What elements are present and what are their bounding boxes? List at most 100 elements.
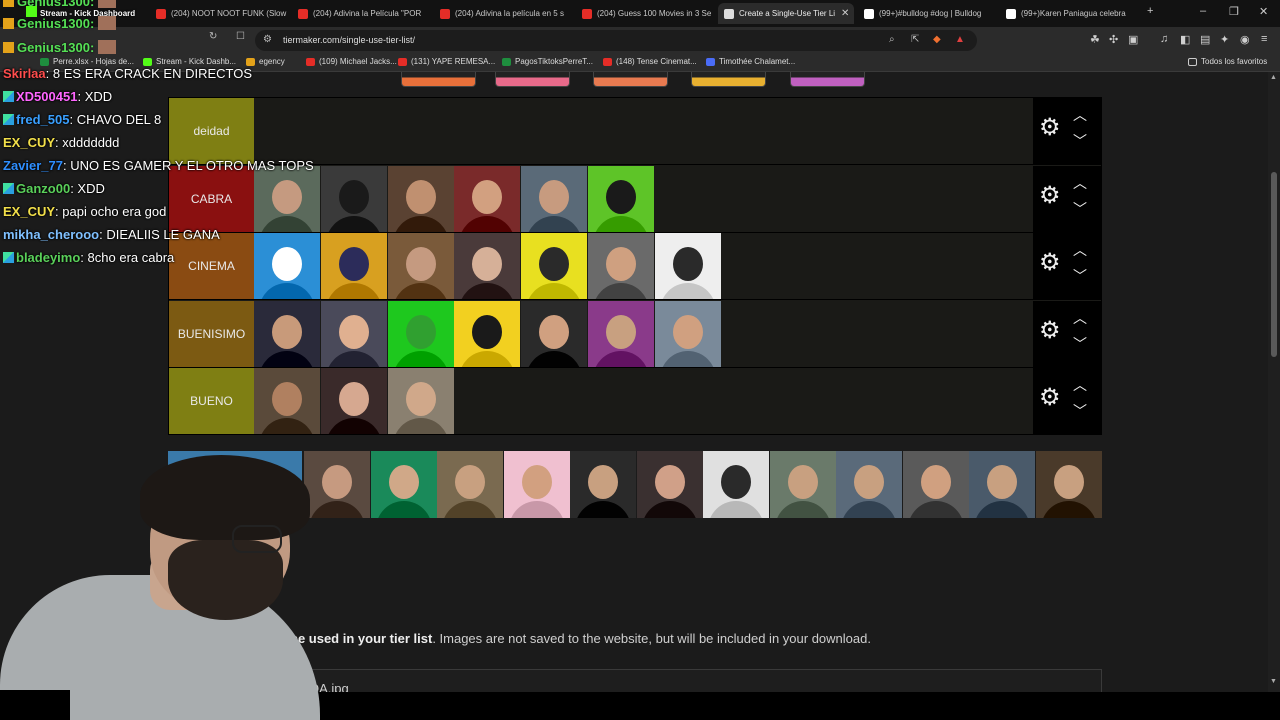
gear-icon[interactable]: ⚙ [1039,251,1061,275]
scroll-thumb[interactable] [1271,172,1277,357]
bookmark-item[interactable]: Perre.xlsx - Hojas de... [40,57,134,66]
pool-image[interactable] [902,451,969,518]
browser-tab[interactable]: (204) NOOT NOOT FUNK (Slow [150,3,290,24]
share-icon[interactable]: ⇱ [911,34,919,45]
tier-label[interactable]: CABRA [169,165,254,232]
bookmark-item[interactable]: (131) YAPE REMESA... [398,57,495,66]
maximize-icon[interactable]: ❐ [1229,5,1239,18]
chevron-down-icon[interactable]: ﹀ [1073,134,1087,148]
browser-tab[interactable]: (99+)#bulldog #dog | Bulldog [858,3,998,24]
pool-image[interactable] [969,451,1035,518]
image-thumbnail[interactable] [593,72,668,87]
image-thumbnail[interactable] [790,72,865,87]
close-tab-icon[interactable]: ✕ [835,8,849,19]
tier-image[interactable] [454,300,521,367]
pool-image[interactable] [769,451,836,518]
browser-tab[interactable]: (204) Adivina la Película "POR [292,3,432,24]
gear-icon[interactable]: ⚙ [1039,318,1061,343]
bookmark-item[interactable]: PagosTiktoksPerreT... [502,57,593,66]
scroll-up-icon[interactable]: ▲ [1270,74,1277,81]
tier-label[interactable]: deidad [169,98,254,164]
bookmark-item[interactable]: (148) Tense Cinemat... [603,57,697,66]
tier-image[interactable] [320,165,387,232]
tier-image[interactable] [320,233,387,299]
close-window-icon[interactable]: ✕ [1259,5,1268,18]
chevron-down-icon[interactable]: ﹀ [1073,404,1087,418]
scroll-down-icon[interactable]: ▼ [1270,678,1277,685]
chevron-up-icon[interactable]: ︿ [1073,108,1087,122]
tier-image[interactable] [254,368,320,434]
media-icon[interactable]: ♫ [1160,33,1168,45]
page-scrollbar[interactable]: ▲ ▼ [1268,72,1280,692]
site-info-icon[interactable]: ⚙ [263,34,272,45]
tier-image[interactable] [387,368,454,434]
chevron-up-icon[interactable]: ︿ [1073,243,1087,257]
chevron-up-icon[interactable]: ︿ [1073,176,1087,190]
pool-image[interactable] [1035,451,1102,518]
tier-image[interactable] [454,233,521,299]
tier-image[interactable] [654,233,721,299]
browser-tab[interactable]: (204) Adivina la película en 5 s [434,3,574,24]
browser-tab[interactable]: Create a Single-Use Tier Li ✕ [718,3,854,24]
tier-image[interactable] [387,233,454,299]
tier-image[interactable] [320,300,387,367]
plus-icon[interactable]: + [1147,5,1153,17]
zoom-icon[interactable]: ⌕ [889,34,895,45]
gear-icon[interactable]: ⚙ [1039,386,1061,410]
bookmark-item[interactable]: Timothée Chalamet... [706,57,795,66]
image-thumbnail[interactable] [691,72,766,87]
pool-image[interactable] [636,451,703,518]
all-bookmarks[interactable]: Todos los favoritos [1188,57,1267,66]
rewards-icon[interactable]: ▲ [955,34,965,45]
tier-image[interactable] [387,165,454,232]
tier-image[interactable] [254,165,320,232]
tier-image[interactable] [654,300,721,367]
tier-label[interactable]: BUENISIMO [169,300,254,367]
tier-image[interactable] [254,300,320,367]
tier-image[interactable] [588,233,654,299]
pool-image[interactable] [570,451,636,518]
image-thumbnail[interactable] [495,72,570,87]
pool-image[interactable] [437,451,503,518]
chevron-up-icon[interactable]: ︿ [1073,311,1087,325]
tier-image[interactable] [454,165,521,232]
tier-image[interactable] [521,300,588,367]
image-thumbnail[interactable] [401,72,476,87]
bookmark-icon[interactable]: ☐ [236,31,245,42]
chevron-down-icon[interactable]: ﹀ [1073,269,1087,283]
pool-image[interactable] [503,451,570,518]
bookmark-item[interactable]: Stream - Kick Dashb... [143,57,236,66]
browser-tab[interactable]: (99+)Karen Paniagua celebra [1000,3,1135,24]
brave-shield-icon[interactable]: ◆ [933,34,941,45]
url-field[interactable]: ⚙ tiermaker.com/single-use-tier-list/ ⌕ … [255,30,977,51]
tier-label[interactable]: BUENO [169,368,254,434]
chevron-down-icon[interactable]: ﹀ [1073,202,1087,216]
chevron-down-icon[interactable]: ﹀ [1073,337,1087,351]
minimize-icon[interactable]: – [1200,5,1206,17]
puzzle-icon[interactable]: ✣ [1109,33,1118,46]
bookmark-item[interactable]: egency [246,57,285,66]
reload-icon[interactable]: ↻ [209,31,217,42]
tier-image[interactable] [521,165,588,232]
pool-image[interactable] [370,451,437,518]
chevron-up-icon[interactable]: ︿ [1073,378,1087,392]
bookmark-item[interactable]: (109) Michael Jacks... [306,57,397,66]
pool-image[interactable] [703,451,769,518]
tier-label[interactable]: CINEMA [169,233,254,299]
pool-image[interactable] [836,451,902,518]
ai-icon[interactable]: ✦ [1220,33,1229,46]
tier-image[interactable] [588,300,654,367]
menu-icon[interactable]: ≡ [1261,33,1267,45]
tier-image[interactable] [254,233,320,299]
browser-tab[interactable]: (204) Guess 100 Movies in 3 Se [576,3,716,24]
vpn-icon[interactable]: ◉ [1240,33,1250,46]
gear-icon[interactable]: ⚙ [1039,183,1061,208]
gear-icon[interactable]: ⚙ [1039,116,1061,140]
tier-image[interactable] [320,368,387,434]
tier-image[interactable] [387,300,454,367]
screenshot-icon[interactable]: ▣ [1128,33,1138,46]
tier-image[interactable] [521,233,588,299]
wallet-icon[interactable]: ▤ [1200,33,1210,46]
extension-icon[interactable]: ☘ [1090,33,1100,46]
sidebar-icon[interactable]: ◧ [1180,33,1190,46]
